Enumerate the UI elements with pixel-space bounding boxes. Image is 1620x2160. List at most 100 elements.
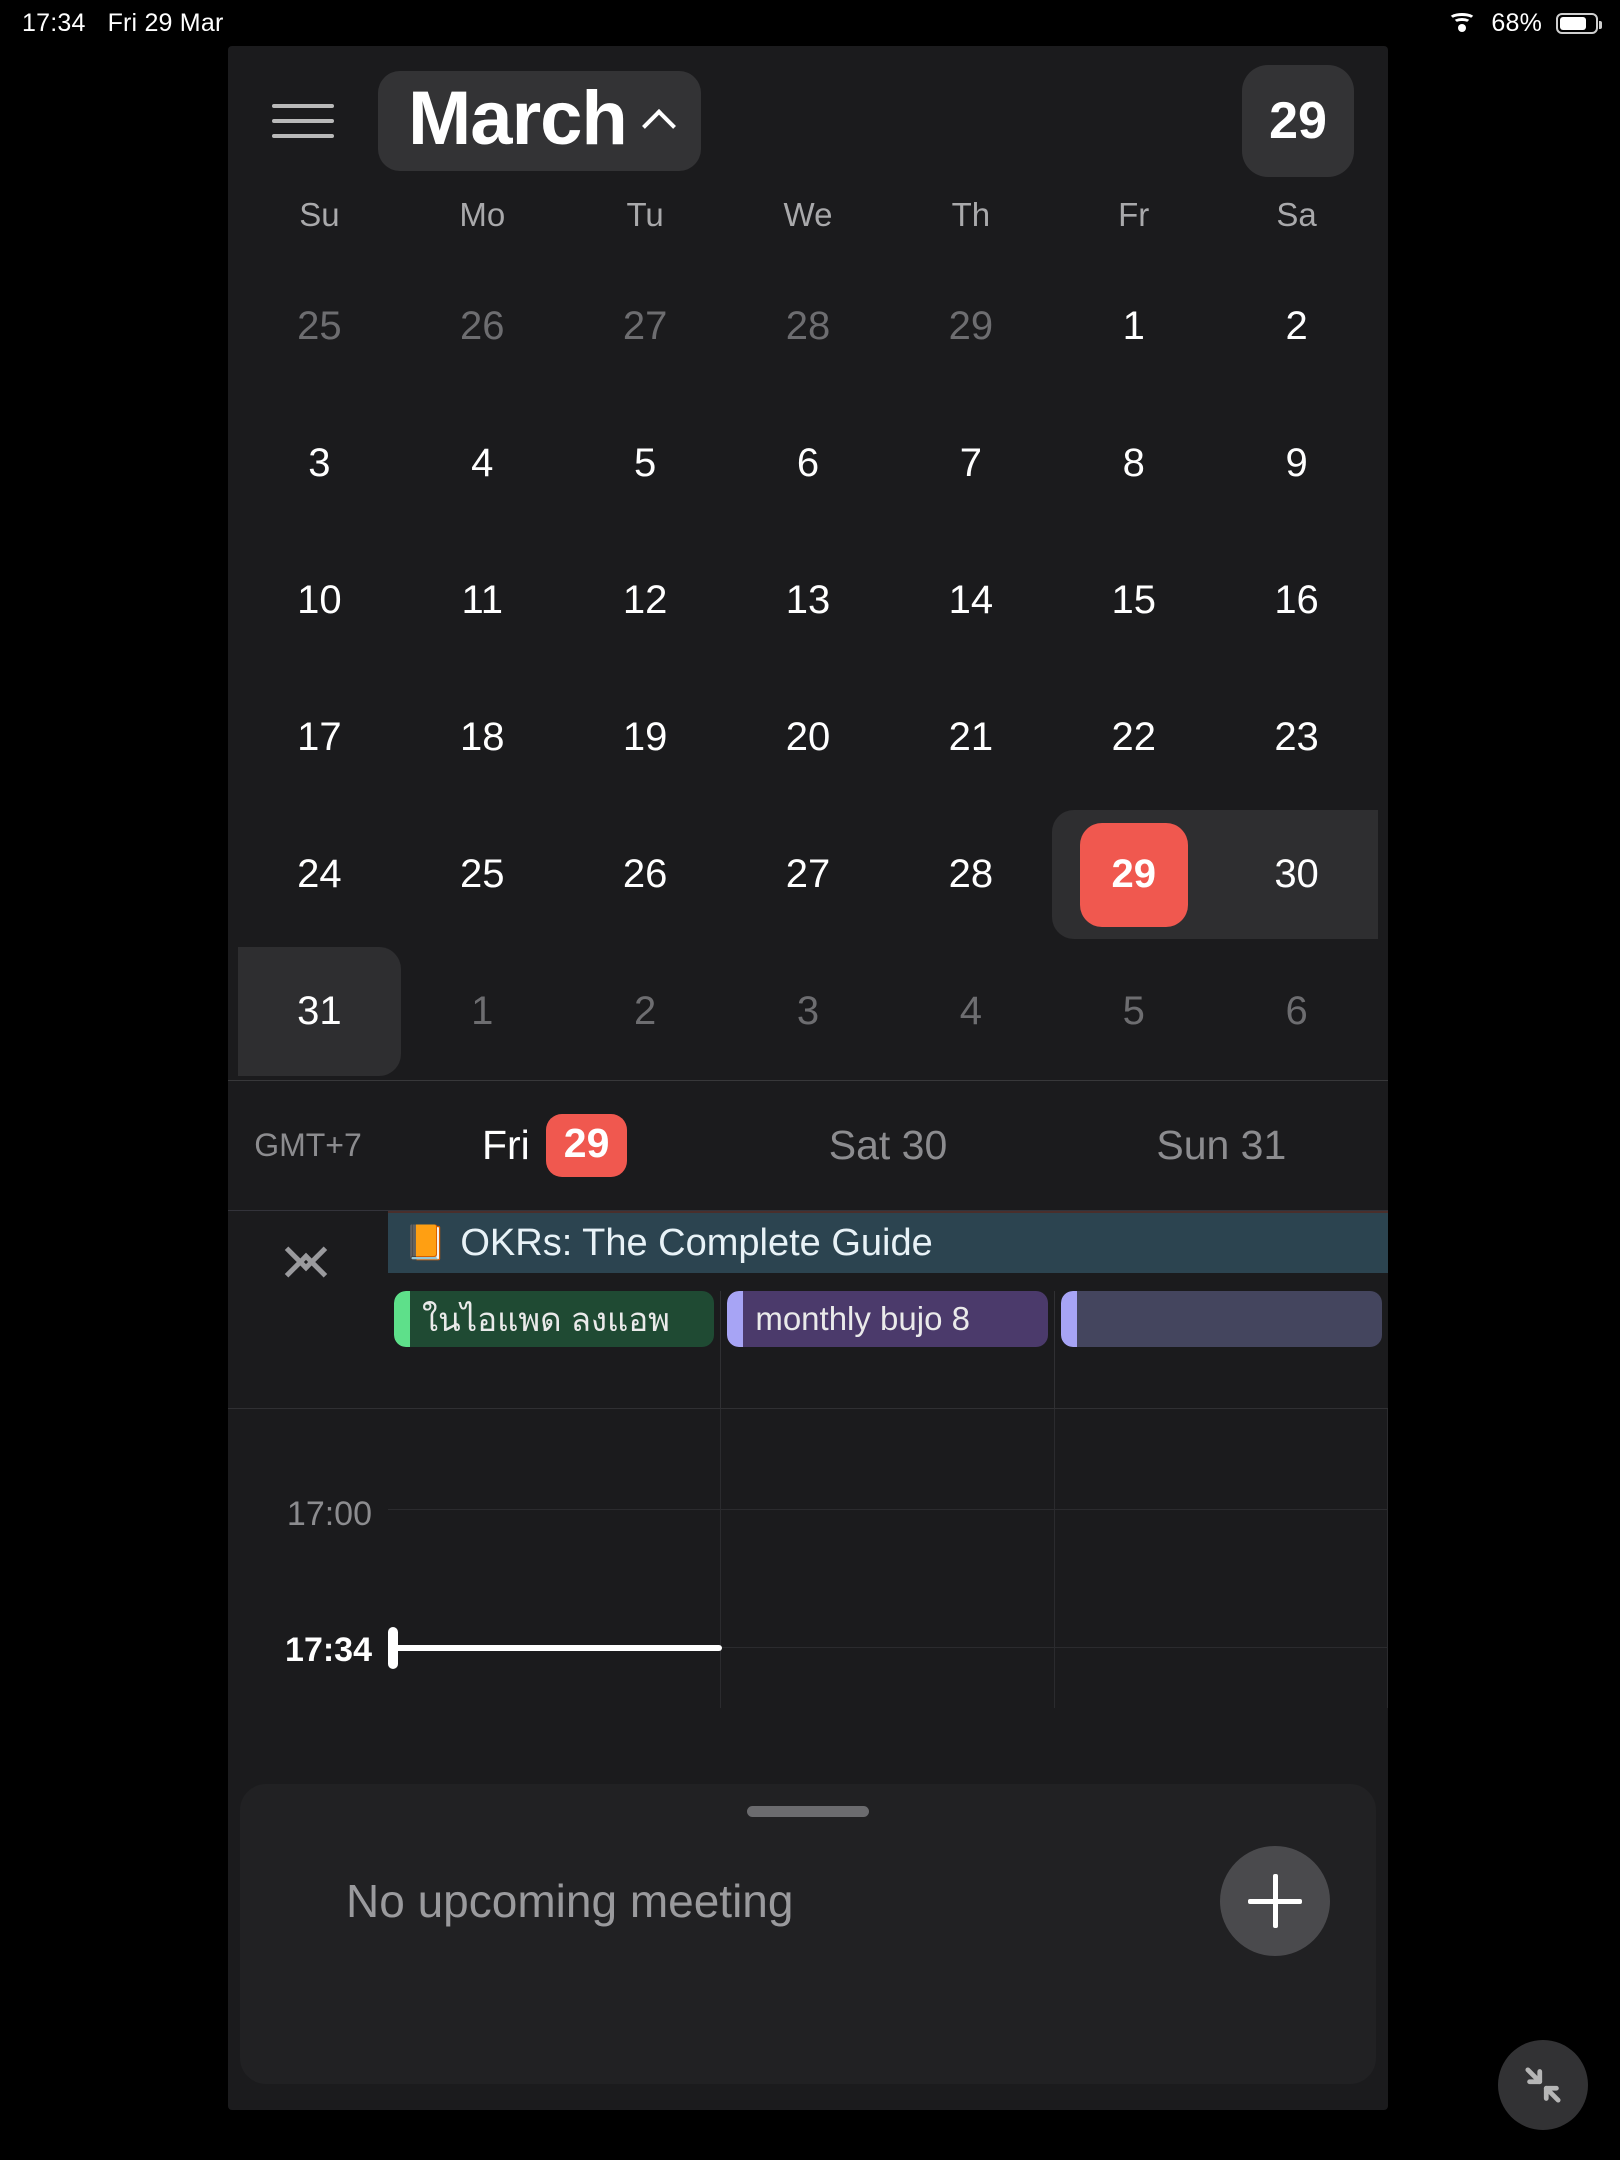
day-cell-4[interactable]: 4 xyxy=(889,943,1052,1080)
day-cell-1[interactable]: 1 xyxy=(401,943,564,1080)
day-number: 1 xyxy=(471,989,494,1033)
month-selector-button[interactable]: March xyxy=(378,71,701,171)
day-cell-7[interactable]: 7 xyxy=(889,395,1052,532)
day-cell-26[interactable]: 26 xyxy=(401,258,564,395)
day-cell-18[interactable]: 18 xyxy=(401,669,564,806)
hamburger-menu-icon[interactable] xyxy=(272,90,334,152)
day-cell-5[interactable]: 5 xyxy=(1052,943,1215,1080)
day-number: 11 xyxy=(461,578,504,622)
day-number: 14 xyxy=(948,578,994,622)
day-cell-8[interactable]: 8 xyxy=(1052,395,1215,532)
day-cell-6[interactable]: 6 xyxy=(1215,943,1378,1080)
day-cell-17[interactable]: 17 xyxy=(238,669,401,806)
day-cell-13[interactable]: 13 xyxy=(727,532,890,669)
day-cell-28[interactable]: 28 xyxy=(727,258,890,395)
event-chip-accent-bar xyxy=(1060,1291,1077,1347)
timezone-label: GMT+7 xyxy=(254,1127,362,1163)
minimize-window-button[interactable] xyxy=(1498,2040,1588,2130)
event-chip-cell xyxy=(1055,1291,1388,1408)
day-number: 27 xyxy=(622,304,668,348)
hour-columns xyxy=(388,1409,1388,1708)
day-cell-27[interactable]: 27 xyxy=(564,258,727,395)
day-number: 6 xyxy=(796,441,820,485)
day-cell-4[interactable]: 4 xyxy=(401,395,564,532)
day-cell-22[interactable]: 22 xyxy=(1052,669,1215,806)
all-day-event[interactable]: 📙 OKRs: The Complete Guide xyxy=(388,1211,1388,1273)
day-number: 2 xyxy=(634,989,657,1033)
day-cell-5[interactable]: 5 xyxy=(564,395,727,532)
day-cell-9[interactable]: 9 xyxy=(1215,395,1378,532)
day-cell-10[interactable]: 10 xyxy=(238,532,401,669)
event-chip[interactable]: monthly bujo 8 xyxy=(727,1291,1048,1347)
day-cell-2[interactable]: 2 xyxy=(564,943,727,1080)
day-number: 28 xyxy=(785,304,831,348)
wifi-icon xyxy=(1447,12,1477,34)
day-cell-26[interactable]: 26 xyxy=(564,806,727,943)
event-chip[interactable] xyxy=(1060,1291,1382,1347)
day-column-header-fri[interactable]: Fri 29 xyxy=(388,1114,721,1177)
day-cell-6[interactable]: 6 xyxy=(727,395,890,532)
day-number: 2 xyxy=(1285,304,1308,348)
event-chip-accent-bar xyxy=(394,1291,410,1347)
day-number: 15 xyxy=(1111,578,1156,622)
day-cell-1[interactable]: 1 xyxy=(1052,258,1215,395)
weekday-fr: Fr xyxy=(1118,196,1150,233)
day-cell-3[interactable]: 3 xyxy=(238,395,401,532)
event-chip[interactable]: ในไอแพด ลงแอพ xyxy=(394,1291,715,1347)
collapse-chevrons-icon[interactable] xyxy=(284,1228,331,1297)
today-button[interactable]: 29 xyxy=(1242,65,1354,177)
chevron-up-icon xyxy=(645,106,671,132)
day-cell-3[interactable]: 3 xyxy=(727,943,890,1080)
day-cell-28[interactable]: 28 xyxy=(889,806,1052,943)
hour-gridline-1700 xyxy=(388,1509,1388,1510)
day-number: 31 xyxy=(297,989,342,1033)
hour-column-sat[interactable] xyxy=(721,1409,1055,1708)
day-cell-25[interactable]: 25 xyxy=(238,258,401,395)
battery-icon xyxy=(1556,12,1602,34)
day-cell-21[interactable]: 21 xyxy=(889,669,1052,806)
day-number: 5 xyxy=(1122,989,1145,1033)
day-number: 12 xyxy=(622,578,668,622)
day-number: 19 xyxy=(622,715,668,759)
day-cell-19[interactable]: 19 xyxy=(564,669,727,806)
minimize-arrows-icon xyxy=(1525,2067,1561,2103)
day-cell-25[interactable]: 25 xyxy=(401,806,564,943)
day-cell-23[interactable]: 23 xyxy=(1215,669,1378,806)
weekday-mo: Mo xyxy=(459,196,506,233)
day-cell-16[interactable]: 16 xyxy=(1215,532,1378,669)
day-number: 4 xyxy=(471,441,494,485)
status-time: 17:34 xyxy=(22,8,86,37)
add-event-button[interactable] xyxy=(1220,1846,1330,1956)
day-number: 21 xyxy=(948,715,994,759)
day-cell-12[interactable]: 12 xyxy=(564,532,727,669)
day-number: 9 xyxy=(1285,441,1308,485)
day-number: 7 xyxy=(959,441,982,485)
month-week-row: 24 25 26 27 28 29 30 xyxy=(238,806,1378,943)
day-number: 26 xyxy=(460,304,505,348)
day-number: 3 xyxy=(796,989,820,1033)
hour-column-fri[interactable] xyxy=(388,1409,722,1708)
hour-column-sun[interactable] xyxy=(1055,1409,1388,1708)
day-column-header-sat[interactable]: Sat 30 xyxy=(721,1122,1054,1169)
day-cell-14[interactable]: 14 xyxy=(889,532,1052,669)
day-cell-2[interactable]: 2 xyxy=(1215,258,1378,395)
month-week-row: 25 26 27 28 29 1 2 xyxy=(238,258,1378,395)
day-cell-20[interactable]: 20 xyxy=(727,669,890,806)
all-day-columns: 📙 OKRs: The Complete Guide ในไอแพด ลงแอพ… xyxy=(388,1211,1388,1408)
current-time-label: 17:34 xyxy=(285,1631,372,1669)
day-view-header: GMT+7 Fri 29 Sat 30 Sun 31 xyxy=(228,1080,1388,1210)
day-cell-11[interactable]: 11 xyxy=(401,532,564,669)
day-cell-15[interactable]: 15 xyxy=(1052,532,1215,669)
hour-label-1700: 17:00 xyxy=(286,1495,372,1533)
drag-handle[interactable] xyxy=(747,1806,869,1817)
day-cell-24[interactable]: 24 xyxy=(238,806,401,943)
day-cell-27[interactable]: 27 xyxy=(727,806,890,943)
day-cell-29[interactable]: 29 xyxy=(889,258,1052,395)
day-label-sun: Sun 31 xyxy=(1156,1122,1287,1168)
day-column-header-sun[interactable]: Sun 31 xyxy=(1055,1122,1388,1169)
calendar-header: March 29 xyxy=(228,46,1388,196)
month-week-row: 3 4 5 6 7 8 9 xyxy=(238,395,1378,532)
calendar-app-panel: March 29 Su Mo Tu We Th Fr Sa 25 26 27 28 29… xyxy=(228,46,1388,2110)
current-time-line xyxy=(392,1645,722,1651)
day-label-fri: Fri xyxy=(481,1122,530,1168)
